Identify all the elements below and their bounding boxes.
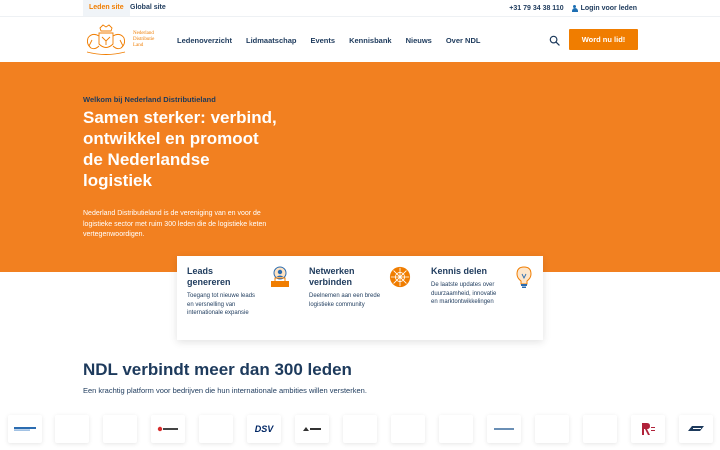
main-header: Nederland Distributie Land Ledenoverzich… (0, 16, 720, 62)
member-logo[interactable] (199, 415, 233, 443)
nav-ledenoverzicht[interactable]: Ledenoverzicht (177, 36, 232, 45)
tab-global-site[interactable]: Global site (124, 0, 172, 16)
main-nav: Ledenoverzicht Lidmaatschap Events Kenni… (177, 17, 494, 63)
hero-section: Welkom bij Nederland Distributieland Sam… (0, 62, 720, 272)
join-button[interactable]: Word nu lid! (569, 29, 638, 50)
feature-leads[interactable]: Leads genereren Toegang tot nieuwe leads… (177, 256, 299, 340)
member-logo-strip: DSV (0, 412, 720, 450)
member-logo[interactable] (535, 415, 569, 443)
feature-description: De laatste updates over duurzaamheid, in… (431, 282, 497, 305)
member-logo[interactable]: DSV (247, 415, 281, 443)
member-logo[interactable] (55, 415, 89, 443)
member-logo[interactable] (583, 415, 617, 443)
nav-nieuws[interactable]: Nieuws (406, 36, 432, 45)
leads-icon (271, 266, 289, 287)
member-logo[interactable] (103, 415, 137, 443)
network-icon (389, 266, 411, 288)
nav-over-ndl[interactable]: Over NDL (446, 36, 481, 45)
nav-lidmaatschap[interactable]: Lidmaatschap (246, 36, 296, 45)
member-logo[interactable] (391, 415, 425, 443)
logo-wordmark: Nederland Distributie Land (133, 31, 155, 48)
hero-description: Nederland Distributieland is de verenigi… (83, 210, 267, 238)
feature-card: Leads genereren Toegang tot nieuwe leads… (177, 256, 543, 340)
hero-title: Samen sterker: verbind, ontwikkel en pro… (83, 108, 277, 190)
hero-kicker: Welkom bij Nederland Distributieland (83, 95, 216, 104)
member-logo[interactable] (295, 415, 329, 443)
feature-title: Netwerken verbinden (309, 266, 355, 287)
feature-title: Leads genereren (187, 266, 231, 287)
member-logo[interactable] (631, 415, 665, 443)
lightbulb-icon (516, 266, 532, 288)
member-logo[interactable] (487, 415, 521, 443)
feature-knowledge[interactable]: Kennis delen De laatste updates over duu… (421, 256, 543, 340)
utility-bar: Leden site Global site +31 79 34 38 110 … (0, 0, 720, 16)
member-logo[interactable] (8, 415, 42, 443)
coat-of-arms-icon (86, 24, 126, 55)
tab-leden-site[interactable]: Leden site (83, 0, 130, 16)
feature-title: Kennis delen (431, 266, 488, 276)
site-logo[interactable]: Nederland Distributie Land (83, 23, 165, 57)
nav-events[interactable]: Events (310, 36, 335, 45)
member-logo[interactable] (343, 415, 377, 443)
user-icon (571, 4, 578, 12)
feature-description: Deelnemen aan een brede logistieke commu… (309, 293, 381, 308)
members-title: NDL verbindt meer dan 300 leden (83, 360, 352, 379)
phone-link[interactable]: +31 79 34 38 110 (509, 5, 563, 12)
feature-network[interactable]: Netwerken verbinden Deelnemen aan een br… (299, 256, 421, 340)
login-link[interactable]: Login voor leden (571, 4, 637, 12)
utility-right: +31 79 34 38 110 Login voor leden (509, 0, 637, 16)
login-label: Login voor leden (580, 4, 637, 12)
member-logo[interactable] (151, 415, 185, 443)
dsv-logo-text: DSV (254, 424, 274, 434)
nav-kennisbank[interactable]: Kennisbank (349, 36, 392, 45)
feature-description: Toegang tot nieuwe leads en versnelling … (187, 293, 256, 316)
member-logo[interactable] (679, 415, 713, 443)
members-subtitle: Een krachtig platform voor bedrijven die… (83, 386, 367, 395)
search-icon[interactable] (549, 35, 560, 46)
member-logo[interactable] (439, 415, 473, 443)
